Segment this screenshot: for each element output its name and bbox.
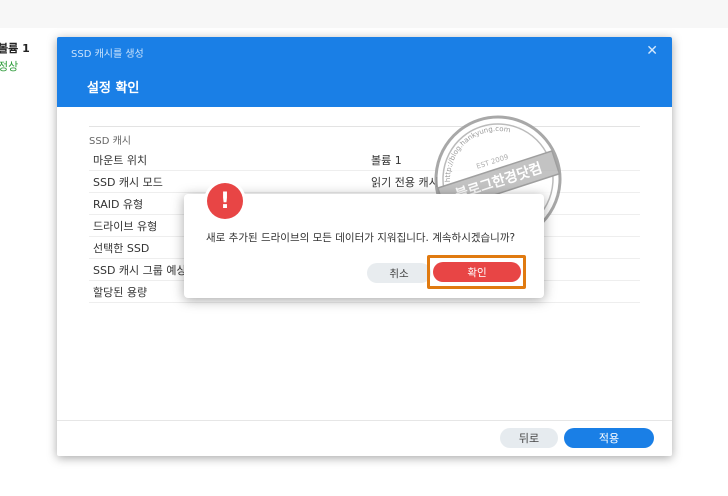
section-divider <box>89 126 640 127</box>
summary-key: SSD 캐시 그룹 예상 <box>93 264 187 277</box>
summary-key: 선택한 SSD <box>93 242 150 255</box>
wizard-title: SSD 캐시를 생성 <box>71 49 144 60</box>
exclamation-icon: ! <box>207 183 243 219</box>
summary-value: 볼륨 1 <box>371 154 402 167</box>
summary-value: 읽기 전용 캐시 <box>371 176 439 189</box>
dialog-message: 새로 추가된 드라이브의 모든 데이터가 지워집니다. 계속하시겠습니까? <box>206 232 516 244</box>
summary-key: RAID 유형 <box>93 198 144 211</box>
close-icon[interactable]: ✕ <box>646 43 658 59</box>
confirm-button[interactable]: 확인 <box>433 262 521 282</box>
cancel-button[interactable]: 취소 <box>367 263 431 283</box>
summary-key: 드라이브 유형 <box>93 220 158 233</box>
footer-divider <box>57 420 672 421</box>
back-button[interactable]: 뒤로 <box>500 428 558 448</box>
background-volume-label: 볼륨 1 <box>0 42 30 55</box>
background-status-text: 정상 <box>0 60 19 73</box>
wizard-header: SSD 캐시를 생성 ✕ 설정 확인 <box>57 37 672 107</box>
summary-key: 마운트 위치 <box>93 154 148 167</box>
wizard-step-title: 설정 확인 <box>87 81 140 96</box>
summary-key: 할당된 용량 <box>93 286 148 299</box>
background-topbar <box>0 0 728 29</box>
section-label: SSD 캐시 <box>89 136 131 147</box>
apply-button[interactable]: 적용 <box>564 428 654 448</box>
summary-key: SSD 캐시 모드 <box>93 176 163 189</box>
summary-row: SSD 캐시 모드 읽기 전용 캐시 <box>89 170 640 193</box>
summary-row: 마운트 위치 볼륨 1 <box>89 148 640 171</box>
